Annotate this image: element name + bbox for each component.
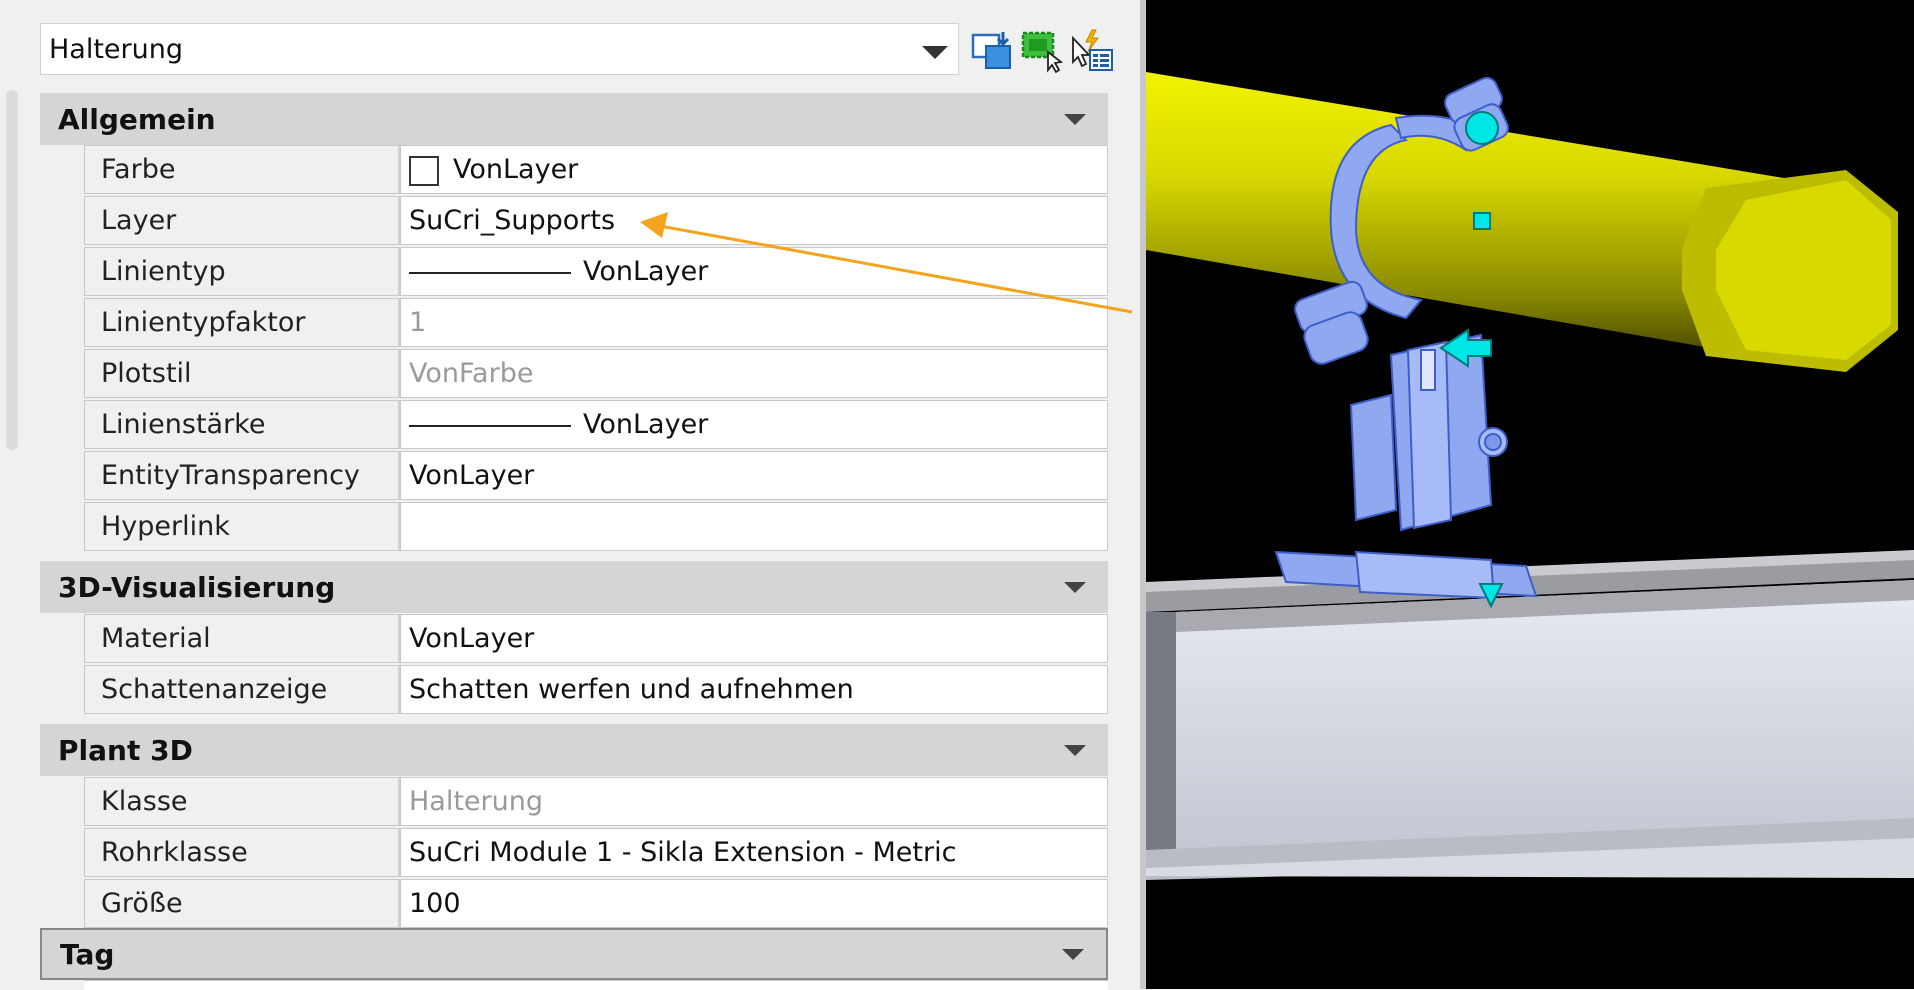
square-grip-icon[interactable]: [1473, 212, 1491, 230]
section-plant-3d-rows: Klasse Halterung Rohrklasse SuCri Module…: [40, 777, 1108, 930]
property-value[interactable]: VonLayer: [400, 400, 1108, 449]
property-row-groesse[interactable]: Größe 100: [84, 879, 1108, 930]
property-name: Hyperlink: [101, 511, 230, 542]
property-value[interactable]: VonLayer: [400, 247, 1108, 296]
property-name: Linientypfaktor: [101, 307, 306, 338]
property-row-material[interactable]: Material VonLayer: [84, 614, 1108, 665]
circle-grip-icon[interactable]: [1465, 111, 1499, 145]
section-allgemein-rows: Farbe VonLayer Layer SuCri_Supports Lini…: [40, 145, 1108, 553]
quick-select-icon[interactable]: [1070, 28, 1116, 74]
chevron-down-icon[interactable]: [1064, 114, 1086, 125]
property-row-farbe[interactable]: Farbe VonLayer: [84, 145, 1108, 196]
section-allgemein[interactable]: Allgemein: [40, 93, 1108, 145]
panel-scrollbar[interactable]: [6, 90, 18, 450]
property-value[interactable]: Halterung: [400, 777, 1108, 826]
property-value[interactable]: 100: [400, 879, 1108, 928]
chevron-down-icon[interactable]: [922, 46, 948, 59]
property-value[interactable]: VonLayer: [400, 145, 1108, 194]
section-3d-visualisierung-rows: Material VonLayer Schattenanzeige Schatt…: [40, 614, 1108, 716]
toggle-pickadd-icon[interactable]: [970, 28, 1016, 74]
section-title: Tag: [60, 938, 115, 971]
color-swatch: [409, 156, 439, 186]
property-name: Rohrklasse: [101, 837, 248, 868]
property-value[interactable]: VonLayer: [400, 614, 1108, 663]
property-row-linientyp[interactable]: Linientyp VonLayer: [84, 247, 1108, 298]
property-row-plotstil[interactable]: Plotstil VonFarbe: [84, 349, 1108, 400]
property-name: Linienstärke: [101, 409, 266, 440]
property-row-hyperlink[interactable]: Hyperlink: [84, 502, 1108, 553]
select-objects-icon[interactable]: [1020, 28, 1066, 74]
model-viewport[interactable]: [1146, 0, 1914, 989]
section-3d-visualisierung[interactable]: 3D-Visualisierung: [40, 561, 1108, 613]
steel-beam: [1146, 550, 1914, 880]
property-row-linienstaerke[interactable]: Linienstärke VonLayer: [84, 400, 1108, 451]
section-title: Plant 3D: [58, 734, 193, 767]
property-value[interactable]: VonLayer: [400, 451, 1108, 500]
object-type-value: Halterung: [49, 34, 184, 65]
property-name: Größe: [101, 888, 183, 919]
property-name: Farbe: [101, 154, 176, 185]
property-value[interactable]: SuCri Module 1 - Sikla Extension - Metri…: [400, 828, 1108, 877]
properties-panel: Halterung Allgemein Farbe VonLayer Layer…: [0, 0, 1146, 990]
property-row-klasse[interactable]: Klasse Halterung: [84, 777, 1108, 828]
chevron-down-icon[interactable]: [1064, 745, 1086, 756]
property-name: Klasse: [101, 786, 188, 817]
property-row-entitytransparency[interactable]: EntityTransparency VonLayer: [84, 451, 1108, 502]
property-value[interactable]: VonFarbe: [400, 349, 1108, 398]
property-name: Material: [101, 623, 211, 654]
yellow-pipe: [1146, 72, 1898, 372]
property-name: EntityTransparency: [101, 460, 360, 491]
property-name: Plotstil: [101, 358, 192, 389]
property-value[interactable]: SuCri_Supports: [400, 196, 1108, 245]
section-plant-3d[interactable]: Plant 3D: [40, 724, 1108, 776]
section-title: Allgemein: [58, 103, 216, 136]
property-name: Layer: [101, 205, 177, 236]
object-type-dropdown[interactable]: Halterung: [40, 23, 959, 75]
property-value[interactable]: [400, 502, 1108, 551]
property-name: Linientyp: [101, 256, 226, 287]
property-row-linientypfaktor[interactable]: Linientypfaktor 1: [84, 298, 1108, 349]
property-row-layer[interactable]: Layer SuCri_Supports: [84, 196, 1108, 247]
property-name: Schattenanzeige: [101, 674, 328, 705]
section-title: 3D-Visualisierung: [58, 571, 336, 604]
linetype-preview: [409, 272, 571, 274]
property-row-rohrklasse[interactable]: Rohrklasse SuCri Module 1 - Sikla Extens…: [84, 828, 1108, 879]
property-value[interactable]: Schatten werfen und aufnehmen: [400, 665, 1108, 714]
model-scene: [1146, 72, 1914, 880]
section-tag[interactable]: Tag: [40, 928, 1108, 980]
section-tag-rows: [40, 980, 1108, 990]
lineweight-preview: [409, 425, 571, 427]
chevron-down-icon[interactable]: [1064, 582, 1086, 593]
property-value[interactable]: 1: [400, 298, 1108, 347]
chevron-down-icon[interactable]: [1062, 949, 1084, 960]
property-row-schattenanzeige[interactable]: Schattenanzeige Schatten werfen und aufn…: [84, 665, 1108, 716]
